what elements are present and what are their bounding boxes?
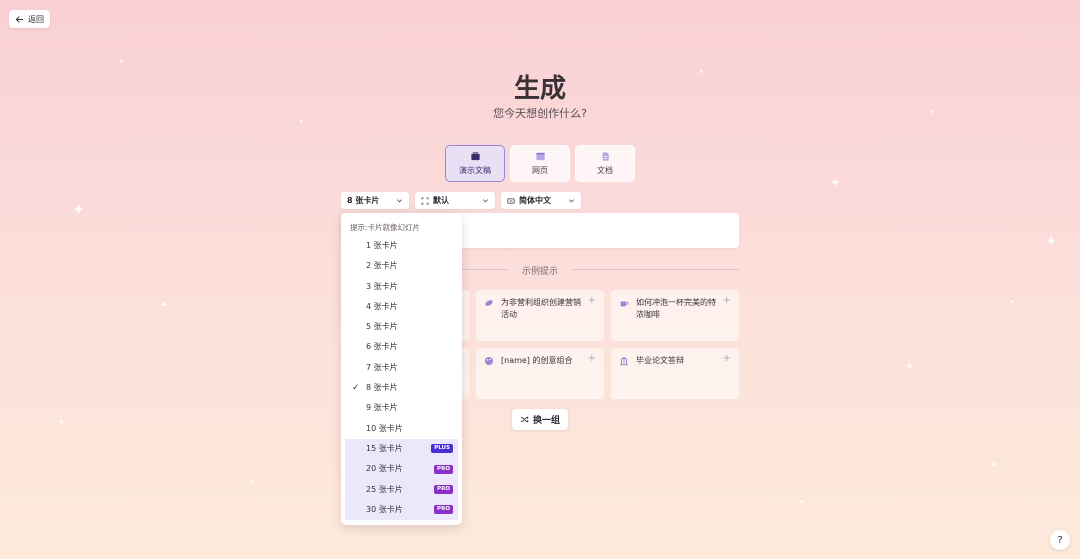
dropdown-item[interactable]: 2 张卡片 xyxy=(341,256,462,276)
item-label: 6 张卡片 xyxy=(366,342,398,352)
item-label: 8 张卡片 xyxy=(366,383,398,393)
sparkle-icon: ✦ xyxy=(160,300,169,311)
item-label: 1 张卡片 xyxy=(366,241,398,250)
layout-select[interactable]: 默认 xyxy=(415,192,495,209)
page-subtitle: 您今天想创作什么? xyxy=(493,107,587,120)
item-label: 3 张卡片 xyxy=(366,281,398,291)
dropdown-hint: 提示:卡片就像幻灯片 xyxy=(350,223,421,232)
type-document[interactable]: 文档 xyxy=(575,145,635,182)
divider xyxy=(462,269,508,270)
language-value: 简体中文 xyxy=(519,196,551,205)
arrow-left-icon xyxy=(15,15,24,23)
item-label: 9 张卡片 xyxy=(366,403,398,413)
item-label: 5 张卡片 xyxy=(366,322,398,332)
dropdown-item-pro[interactable]: 20 张卡片 PRO xyxy=(345,459,458,480)
sparkle-icon: ✦ xyxy=(72,200,86,219)
item-label: 20 张卡片 xyxy=(366,464,403,474)
palette-icon xyxy=(485,357,493,365)
item-label: 30 张卡片 xyxy=(366,504,403,514)
item-label: 10 张卡片 xyxy=(366,423,403,433)
coffee-icon xyxy=(620,301,629,307)
type-presentation[interactable]: 演示文稿 xyxy=(445,145,505,182)
layout-icon xyxy=(421,197,429,204)
example-card[interactable]: [name] 的创意组合 + xyxy=(476,348,604,399)
plus-icon: + xyxy=(722,353,731,364)
type-label: 演示文稿 xyxy=(459,166,491,175)
back-label: 返回 xyxy=(28,14,44,24)
example-text: 为非营利组织创建营销活动 xyxy=(501,298,581,319)
plus-icon: + xyxy=(587,353,596,364)
example-card[interactable]: 毕业论文答辩 + xyxy=(611,348,739,399)
chevron-down-icon xyxy=(483,199,488,203)
shuffle-icon xyxy=(520,416,529,423)
item-label: 2 张卡片 xyxy=(366,261,398,271)
chevron-down-icon xyxy=(569,199,574,203)
sparkle-icon: ✦ xyxy=(990,460,999,471)
dropdown-item-selected[interactable]: ✓ 8 张卡片 xyxy=(341,378,462,398)
sparkle-icon: ✦ xyxy=(1045,232,1058,250)
plus-icon: + xyxy=(587,295,596,306)
dropdown-item-pro[interactable]: 30 张卡片 PRO xyxy=(345,499,458,521)
check-icon: ✓ xyxy=(352,383,360,394)
divider xyxy=(572,269,739,270)
example-text: 毕业论文答辩 xyxy=(636,356,684,365)
dropdown-item[interactable]: 4 张卡片 xyxy=(341,297,462,317)
type-webpage[interactable]: 网页 xyxy=(510,145,570,182)
dropdown-item-plus[interactable]: 15 张卡片 PLUS xyxy=(345,438,458,460)
pro-badge: PRO xyxy=(434,505,453,515)
back-button[interactable]: 返回 xyxy=(9,10,50,28)
item-label: 7 张卡片 xyxy=(366,362,398,372)
document-icon xyxy=(602,152,609,161)
item-label: 4 张卡片 xyxy=(366,301,398,311)
dropdown-item[interactable]: 6 张卡片 xyxy=(341,337,462,357)
item-label: 15 张卡片 xyxy=(366,443,403,453)
example-card[interactable]: 如何冲泡一杯完美的特浓咖啡 + xyxy=(611,290,739,341)
card-count-value: 8 张卡片 xyxy=(347,196,380,205)
shuffle-button[interactable]: 换一组 xyxy=(512,409,568,430)
sparkle-icon: ✦ xyxy=(830,176,841,191)
dropdown-item-pro[interactable]: 25 张卡片 PRO xyxy=(345,479,458,500)
webpage-icon xyxy=(535,152,545,161)
card-count-select[interactable]: 8 张卡片 xyxy=(341,192,409,209)
examples-label: 示例提示 xyxy=(521,267,558,277)
example-text: [name] 的创意组合 xyxy=(501,356,573,365)
building-icon xyxy=(620,357,628,366)
plus-icon: + xyxy=(722,295,731,306)
card-count-dropdown: 提示:卡片就像幻灯片 1 张卡片 2 张卡片 3 张卡片 4 张卡片 5 张卡片… xyxy=(341,213,462,525)
example-card[interactable]: 为非营利组织创建营销活动 + xyxy=(476,290,604,341)
dropdown-item[interactable]: 10 张卡片 xyxy=(341,419,462,439)
megaphone-icon xyxy=(485,300,493,306)
presentation-icon xyxy=(470,152,480,161)
dropdown-item[interactable]: 5 张卡片 xyxy=(341,317,462,337)
dropdown-item[interactable]: 9 张卡片 xyxy=(341,398,462,418)
pro-badge: PRO xyxy=(434,485,453,495)
dropdown-item[interactable]: 7 张卡片 xyxy=(341,358,462,378)
example-text: 如何冲泡一杯完美的特浓咖啡 xyxy=(636,298,716,319)
pro-badge: PRO xyxy=(434,464,453,474)
item-label: 25 张卡片 xyxy=(366,484,403,494)
sparkle-icon: ✦ xyxy=(905,360,915,373)
layout-value: 默认 xyxy=(433,196,449,205)
type-label: 网页 xyxy=(532,166,548,175)
type-label: 文档 xyxy=(597,166,613,175)
plus-badge: PLUS xyxy=(431,444,453,454)
language-select[interactable]: 简体中文 xyxy=(501,192,581,209)
dropdown-item[interactable]: 3 张卡片 xyxy=(341,277,462,297)
shuffle-label: 换一组 xyxy=(532,416,560,426)
chevron-down-icon xyxy=(397,199,402,203)
help-label: ? xyxy=(1057,534,1063,546)
help-button[interactable]: ? xyxy=(1050,530,1070,550)
page-title: 生成 xyxy=(513,74,566,104)
language-icon xyxy=(507,197,515,204)
dropdown-item[interactable]: 1 张卡片 xyxy=(341,236,462,256)
